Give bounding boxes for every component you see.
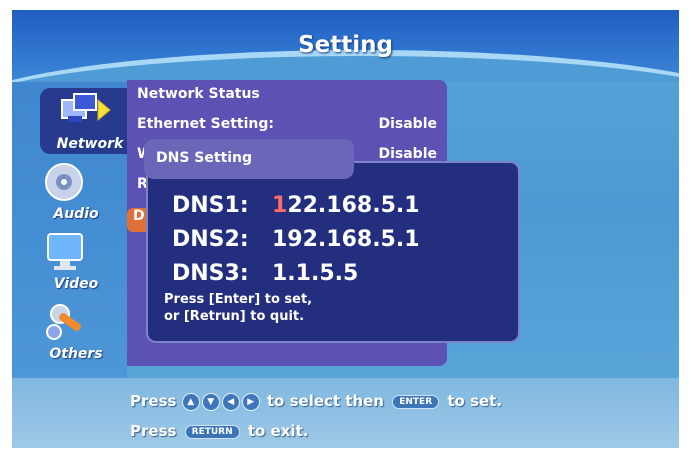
dns1-cursor: 1 (272, 193, 288, 218)
menu-item-network-status[interactable]: Network Status (137, 86, 437, 110)
sidebar-item-network[interactable]: Network (40, 88, 128, 154)
dialog-hint: Press [Enter] to set, or [Retrun] to qui… (164, 291, 312, 325)
menu-item-ethernet-setting[interactable]: Ethernet Setting: Disable (137, 116, 437, 140)
menu-item-label: D (133, 208, 145, 224)
sidebar-item-others[interactable]: Others (26, 298, 126, 364)
menu-item-label: Network Status (137, 86, 260, 102)
dns1-label: DNS1: (172, 193, 249, 218)
dialog-title: DNS Setting (144, 139, 354, 179)
sidebar-item-label: Others (49, 346, 103, 362)
dns2-value: 192.168.5.1 (272, 227, 420, 252)
dns3-label: DNS3: (172, 261, 249, 286)
sidebar-item-label: Audio (53, 206, 99, 222)
header-bar: Setting (12, 10, 679, 82)
dns1-row[interactable]: DNS1: 122.168.5.1 (172, 193, 420, 218)
dns2-label: DNS2: (172, 227, 249, 252)
others-icon (46, 304, 81, 340)
menu-item-label: Ethernet Setting: (137, 116, 274, 132)
dns2-row[interactable]: DNS2: 192.168.5.1 (172, 227, 420, 252)
dns1-value: 22.168.5.1 (287, 193, 420, 218)
sidebar-item-audio[interactable]: Audio (26, 158, 126, 224)
hint-line-2: or [Retrun] to quit. (164, 309, 305, 324)
page-title: Setting (298, 32, 393, 58)
dns3-row[interactable]: DNS3: 1.1.5.5 (172, 261, 358, 286)
sidebar-item-video[interactable]: Video (26, 228, 126, 294)
hint-line-1: Press [Enter] to set, (164, 292, 313, 307)
sidebar-item-label: Network (56, 136, 124, 152)
menu-item-value: Disable (378, 146, 437, 162)
menu-item-value: Disable (378, 116, 437, 132)
audio-icon (45, 163, 83, 201)
dns3-value: 1.1.5.5 (272, 261, 359, 286)
dns-setting-dialog: DNS1: 122.168.5.1 DNS2: 192.168.5.1 DNS3: 1… (146, 161, 520, 343)
sidebar-item-label: Video (53, 276, 99, 292)
network-icon (61, 93, 111, 122)
category-sidebar: Network Audio Video Others (12, 82, 128, 378)
video-icon (47, 233, 83, 270)
